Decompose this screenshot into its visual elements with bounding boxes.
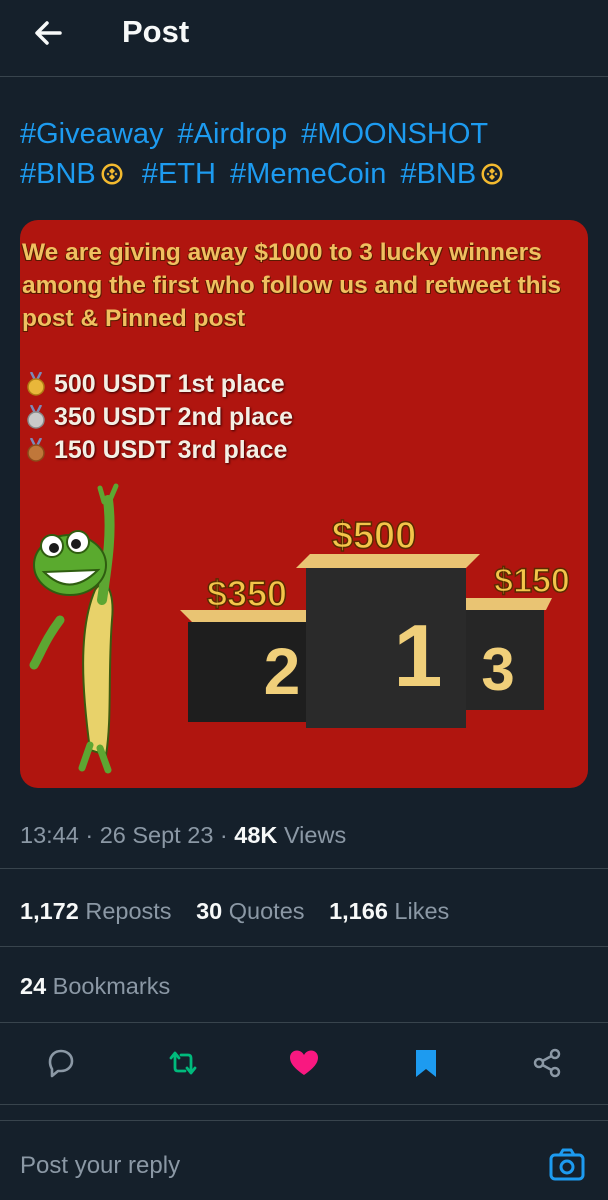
arrow-left-icon[interactable] bbox=[30, 14, 70, 54]
prize-third: 150 USDT 3rd place bbox=[24, 436, 287, 465]
header-divider bbox=[0, 76, 608, 77]
top-bar: Post bbox=[0, 0, 608, 68]
share-icon[interactable] bbox=[530, 1046, 564, 1080]
podium-illustration: 2 1 3 $350 $500 $150 bbox=[29, 483, 571, 774]
prize-first: 500 USDT 1st place bbox=[24, 370, 285, 399]
gold-medal-icon bbox=[27, 372, 45, 396]
bnb-coin-icon bbox=[481, 163, 503, 185]
views-count: 48K bbox=[234, 822, 278, 848]
reply-icon[interactable] bbox=[44, 1046, 78, 1080]
views-label: Views bbox=[283, 822, 347, 848]
hashtag-line-2: #BNB #ETH #MemeCoin #BNB bbox=[20, 154, 590, 194]
podium-amount-3: $150 bbox=[494, 562, 570, 600]
post-meta: 13:44 · 26 Sept 23 · 48K Views bbox=[20, 822, 346, 849]
camera-icon[interactable] bbox=[548, 1146, 586, 1184]
podium-rank-3: 3 bbox=[481, 636, 514, 703]
divider bbox=[0, 1104, 608, 1105]
divider bbox=[0, 946, 608, 947]
page-title: Post bbox=[122, 14, 190, 49]
podium-amount-1: $500 bbox=[332, 515, 417, 557]
hashtag-airdrop[interactable]: #Airdrop bbox=[178, 118, 288, 150]
podium-rank-2: 2 bbox=[264, 634, 301, 708]
quotes-stat[interactable]: 30 Quotes bbox=[196, 898, 304, 924]
hashtag-line-1: #Giveaway #Airdrop #MOONSHOT bbox=[20, 114, 590, 154]
reply-input[interactable]: Post your reply bbox=[20, 1152, 180, 1180]
frog-mascot bbox=[29, 483, 119, 774]
divider bbox=[0, 1022, 608, 1023]
engagement-stats: 1,172 Reposts 30 Quotes 1,166 Likes bbox=[20, 898, 467, 925]
bookmarks-stat[interactable]: 24 Bookmarks bbox=[20, 973, 170, 1000]
promo-text: We are giving away $1000 to 3 lucky winn… bbox=[22, 239, 562, 332]
reposts-stat[interactable]: 1,172 Reposts bbox=[20, 898, 172, 924]
post-date[interactable]: 26 Sept 23 bbox=[100, 822, 214, 848]
post-image[interactable]: We are giving away $1000 to 3 lucky winn… bbox=[20, 220, 588, 788]
divider bbox=[0, 868, 608, 869]
divider bbox=[0, 1120, 608, 1121]
hashtag-moonshot[interactable]: #MOONSHOT bbox=[301, 118, 488, 150]
prize-second: 350 USDT 2nd place bbox=[24, 403, 293, 432]
hashtag-eth[interactable]: #ETH bbox=[142, 158, 216, 190]
bronze-medal-icon bbox=[27, 438, 45, 462]
hashtag-bnb[interactable]: #BNB bbox=[20, 158, 96, 190]
bookmark-icon[interactable] bbox=[409, 1046, 443, 1080]
repost-icon[interactable] bbox=[166, 1046, 200, 1080]
likes-stat[interactable]: 1,166 Likes bbox=[329, 898, 449, 924]
hashtag-memecoin[interactable]: #MemeCoin bbox=[230, 158, 386, 190]
hashtag-bnb-2[interactable]: #BNB bbox=[400, 158, 476, 190]
podium-amount-2: $350 bbox=[207, 573, 287, 614]
bnb-coin-icon bbox=[101, 163, 123, 185]
meta-separator: · bbox=[85, 822, 94, 848]
silver-medal-icon bbox=[27, 405, 45, 429]
heart-icon[interactable] bbox=[287, 1046, 321, 1080]
podium-rank-1: 1 bbox=[394, 606, 443, 705]
hashtag-giveaway[interactable]: #Giveaway bbox=[20, 118, 163, 150]
meta-separator: · bbox=[219, 822, 228, 848]
post-text: #Giveaway #Airdrop #MOONSHOT #BNB #ETH #… bbox=[20, 114, 590, 194]
post-time[interactable]: 13:44 bbox=[20, 822, 79, 848]
